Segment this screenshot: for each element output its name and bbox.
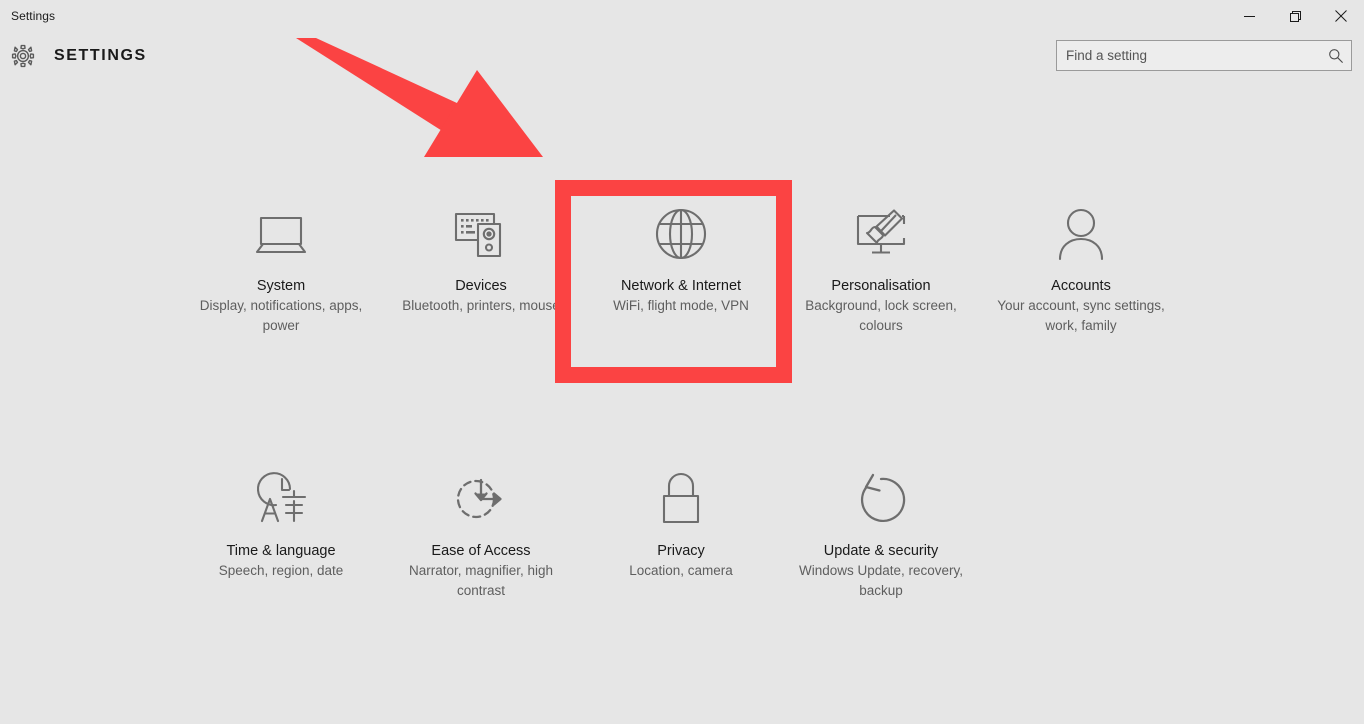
tile-subtitle: Bluetooth, printers, mouse [402, 298, 560, 313]
lock-icon [642, 467, 720, 531]
tile-personalisation[interactable]: Personalisation Background, lock screen,… [781, 190, 981, 337]
search-box[interactable] [1056, 40, 1352, 71]
tile-system[interactable]: System Display, notifications, apps, pow… [181, 190, 381, 337]
tile-privacy[interactable]: Privacy Location, camera [581, 455, 781, 602]
maximize-button[interactable] [1272, 0, 1318, 32]
close-icon [1335, 10, 1347, 22]
minimize-icon [1243, 15, 1255, 17]
person-icon [1042, 202, 1120, 266]
laptop-icon [242, 202, 320, 266]
tile-subtitle: Your account, sync settings, work, famil… [997, 298, 1165, 333]
tile-subtitle: Speech, region, date [218, 563, 344, 578]
ease-of-access-icon [442, 467, 520, 531]
window-controls [1226, 0, 1364, 32]
title-bar: Settings [0, 0, 1364, 32]
tiles-row-2: Time & language Speech, region, date Eas… [181, 455, 1181, 602]
tile-title: Network & Internet [620, 278, 742, 294]
tile-title: Privacy [657, 543, 705, 559]
tile-title: Update & security [823, 543, 939, 559]
clock-language-icon [242, 467, 320, 531]
close-button[interactable] [1318, 0, 1364, 32]
window-caption: Settings [11, 9, 56, 23]
tile-time-language[interactable]: Time & language Speech, region, date [181, 455, 381, 602]
tile-title: Time & language [226, 543, 336, 559]
tile-subtitle: WiFi, flight mode, VPN [613, 298, 749, 313]
tile-title: Personalisation [831, 278, 931, 294]
tile-subtitle: Windows Update, recovery, backup [798, 563, 964, 598]
tile-update-security[interactable]: Update & security Windows Update, recove… [781, 455, 981, 602]
minimize-button[interactable] [1226, 0, 1272, 32]
search-button[interactable] [1321, 41, 1351, 70]
search-icon [1329, 48, 1343, 63]
refresh-icon [842, 467, 920, 531]
tile-ease-of-access[interactable]: Ease of Access Narrator, magnifier, high… [381, 455, 581, 602]
tile-subtitle: Location, camera [629, 563, 733, 578]
monitor-brush-icon [842, 202, 920, 266]
page-title: SETTINGS [54, 47, 147, 64]
devices-icon [442, 202, 520, 266]
globe-icon [642, 202, 720, 266]
restore-icon [1289, 10, 1301, 22]
tile-subtitle: Narrator, magnifier, high contrast [408, 563, 554, 598]
tiles-row-1: System Display, notifications, apps, pow… [181, 190, 1181, 337]
tile-title: Devices [455, 278, 507, 294]
tile-network-internet[interactable]: Network & Internet WiFi, flight mode, VP… [581, 190, 781, 337]
tile-title: Accounts [1051, 278, 1111, 294]
gear-icon [11, 44, 35, 68]
tile-subtitle: Display, notifications, apps, power [199, 298, 363, 333]
tile-accounts[interactable]: Accounts Your account, sync settings, wo… [981, 190, 1181, 337]
tile-subtitle: Background, lock screen, colours [805, 298, 957, 333]
search-input[interactable] [1057, 41, 1321, 70]
settings-tiles-grid: System Display, notifications, apps, pow… [181, 190, 1181, 602]
tile-devices[interactable]: Devices Bluetooth, printers, mouse [381, 190, 581, 337]
tile-title: Ease of Access [431, 543, 531, 559]
tile-title: System [256, 278, 306, 294]
